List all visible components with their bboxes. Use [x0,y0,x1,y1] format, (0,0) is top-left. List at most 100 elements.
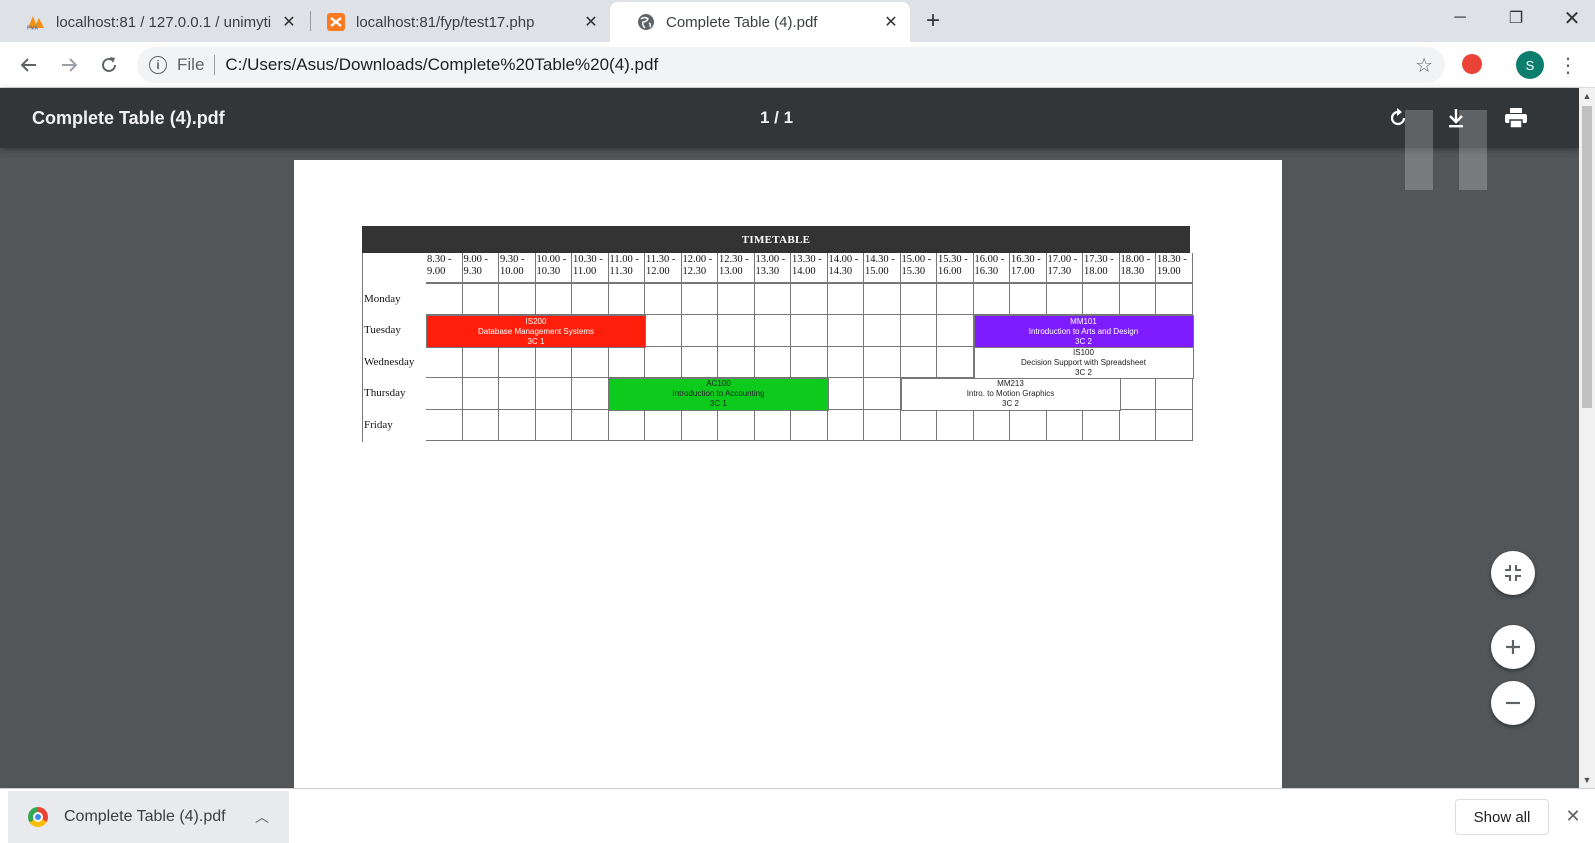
class-room: 3C 2 [1075,367,1092,377]
class-name: Introduction to Arts and Design [1028,326,1139,336]
chrome-icon [28,807,48,827]
timetable-cell [1046,284,1083,316]
tab-phpmyadmin[interactable]: PMA localhost:81 / 127.0.0.1 / unimyti ✕ [0,2,308,42]
profile-avatar[interactable]: S [1516,51,1544,79]
globe-icon [636,12,656,32]
timetable-cell [462,346,499,379]
download-shelf: Complete Table (4).pdf ︿ Show all ✕ [0,788,1595,843]
zoom-out-button[interactable] [1491,681,1535,725]
url-text[interactable]: C:/Users/Asus/Downloads/Complete%20Table… [225,55,658,75]
timetable-cell [718,315,755,347]
class-name: Decision Support with Spreadsheet [1021,357,1146,367]
timetable-cell [754,346,791,379]
tab-title: localhost:81 / 127.0.0.1 / unimyti [56,13,272,31]
timetable-cell [864,378,901,410]
tab-test17[interactable]: localhost:81/fyp/test17.php ✕ [300,2,610,42]
timetable-cell [864,409,901,441]
timetable-cell [937,409,974,441]
more-menu-icon[interactable]: ⋮ [1558,52,1578,78]
overlay-artifact [1459,110,1487,190]
phpmyadmin-icon: PMA [26,12,46,32]
back-button[interactable] [14,50,44,80]
extension-adblock-icon[interactable] [1462,54,1482,74]
time-slot-header: 13.00 - 13.30 [754,253,791,284]
download-filename: Complete Table (4).pdf [64,808,226,825]
download-item[interactable]: Complete Table (4).pdf ︿ [8,791,289,843]
timetable-cell [572,378,609,410]
window-close-button[interactable]: ✕ [1544,0,1595,36]
timetable-cell [1046,409,1083,441]
scroll-up-arrow-icon[interactable]: ▲ [1579,88,1595,104]
timetable-cell [754,315,791,347]
chevron-up-icon[interactable]: ︿ [255,807,269,827]
timetable-cell [791,409,828,441]
scroll-thumb[interactable] [1582,106,1592,408]
restore-button[interactable]: ❐ [1488,0,1544,36]
timetable-cell [681,315,718,347]
timetable-cell [754,409,791,441]
class-block: MM101 Introduction to Arts and Design 3C 2 [973,315,1194,348]
timetable-cell [535,409,572,441]
show-all-button[interactable]: Show all [1455,799,1549,835]
class-room: 3C 1 [710,399,727,409]
time-slot-header: 17.00 - 17.30 [1046,253,1083,284]
time-slot-header: 17.30 - 18.00 [1083,253,1120,284]
close-icon[interactable]: ✕ [880,11,902,33]
close-icon[interactable]: ✕ [1562,805,1584,827]
browser-toolbar: i File C:/Users/Asus/Downloads/Complete%… [0,42,1595,88]
address-bar[interactable]: i File C:/Users/Asus/Downloads/Complete%… [137,47,1445,83]
day-label: Wednesday [364,355,415,368]
timetable-cell [791,284,828,316]
timetable-cell [827,409,864,441]
timetable-cell [608,409,645,441]
time-slot-header: 8.30 - 9.00 [426,253,463,284]
new-tab-button[interactable]: + [920,7,946,34]
timetable-cell [535,378,572,410]
close-icon[interactable]: ✕ [580,11,602,33]
forward-arrow-icon [62,58,78,72]
time-slot-header: 15.30 - 16.00 [937,253,974,284]
tab-pdf[interactable]: Complete Table (4).pdf ✕ [610,2,910,42]
timetable-cell [937,284,974,316]
timetable-cell [1119,284,1156,316]
timetable-cell [426,284,463,316]
scroll-down-arrow-icon[interactable]: ▼ [1579,772,1595,788]
fit-page-icon [1505,565,1521,581]
timetable-cell [1156,378,1193,410]
bookmark-star-icon[interactable]: ☆ [1415,53,1433,78]
timetable-cell [791,346,828,379]
class-room: 3C 2 [1002,399,1019,409]
timetable-cell [681,284,718,316]
class-code: MM101 [1070,316,1097,326]
timetable-cell [1119,409,1156,441]
timetable-cell [645,346,682,379]
fit-to-page-button[interactable] [1491,551,1535,595]
time-slot-header: 16.30 - 17.00 [1010,253,1047,284]
timetable-cell [718,409,755,441]
time-slot-header: 14.00 - 14.30 [827,253,864,284]
reload-button[interactable] [94,50,124,80]
class-block: IS100 Decision Support with Spreadsheet 3C… [973,346,1194,380]
timetable-cell [608,346,645,379]
class-room: 3C 1 [527,336,545,346]
timetable-cell [681,409,718,441]
plus-icon [1506,640,1520,654]
timetable-cell [827,284,864,316]
day-label: Tuesday [364,324,401,337]
timetable-cell [827,378,864,410]
time-slot-header: 12.00 - 12.30 [681,253,718,284]
class-block: AC100 Introduction to Accounting 3C 1 [608,378,829,411]
time-slot-header: 18.00 - 18.30 [1119,253,1156,284]
page-scrollbar[interactable]: ▲ ▼ [1579,88,1595,788]
zoom-in-button[interactable] [1491,625,1535,669]
timetable-cell [864,346,901,379]
time-slot-header: 11.30 - 12.00 [645,253,682,284]
forward-button[interactable] [54,50,84,80]
close-icon[interactable]: ✕ [278,11,300,33]
timetable-cell [645,284,682,316]
minimize-button[interactable]: ─ [1432,0,1488,36]
time-slot-header: 13.30 - 14.00 [791,253,828,284]
tab-title: Complete Table (4).pdf [666,13,818,31]
info-icon[interactable]: i [149,56,167,74]
print-icon[interactable] [1500,102,1532,134]
